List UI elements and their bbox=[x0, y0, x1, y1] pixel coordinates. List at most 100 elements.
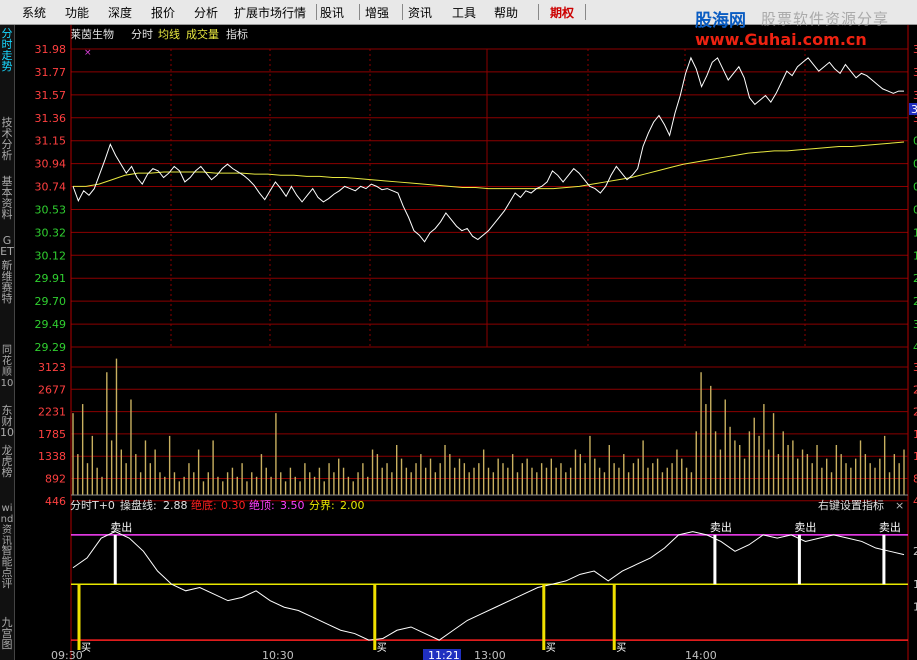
volume-tick-label: 892 bbox=[45, 473, 66, 486]
side-tab-10[interactable]: 九宫图 bbox=[0, 617, 14, 650]
operation-line bbox=[72, 531, 905, 641]
menu-item-4[interactable]: 分析 bbox=[194, 4, 218, 21]
menu-separator bbox=[585, 4, 586, 20]
right-price-marker-label: 3 bbox=[911, 103, 917, 116]
menu-separator bbox=[538, 4, 539, 20]
menu-item-10[interactable]: 帮助 bbox=[494, 4, 518, 21]
right-price-tick: 1 bbox=[913, 226, 917, 239]
buy-signal-label: 买 bbox=[616, 642, 626, 654]
average-price-line bbox=[73, 141, 905, 190]
time-tick-label: 14:00 bbox=[685, 649, 717, 660]
right-indicator-tick: 1 bbox=[913, 601, 917, 614]
sell-signal-label: 卖出 bbox=[110, 520, 132, 534]
side-tab-4[interactable]: 新维赛特 bbox=[0, 260, 14, 304]
vol-label: 成交量 bbox=[186, 27, 219, 41]
side-tab-bar: 分时走势技术分析基本资料 GET 新维赛特同花顺10 东财10 龙虎榜 wind资讯 智能点… bbox=[0, 25, 15, 660]
buy-signal-label: 买 bbox=[377, 642, 387, 654]
right-price-tick: 3 bbox=[913, 318, 917, 331]
right-price-tick: 0 bbox=[913, 203, 917, 216]
menu-separator bbox=[402, 4, 403, 20]
stock-name: 莱茵生物 bbox=[70, 27, 114, 41]
right-indicator-tick: 2 bbox=[913, 545, 917, 558]
indicator-settings-link[interactable]: 右键设置指标 bbox=[818, 498, 884, 512]
indicator-close-icon[interactable]: × bbox=[895, 499, 904, 512]
op-line-value: 2.88 bbox=[163, 499, 188, 512]
sell-signal-label: 卖出 bbox=[879, 520, 901, 534]
menu-item-0[interactable]: 系统 bbox=[22, 4, 46, 21]
price-tick-label: 30.74 bbox=[35, 181, 67, 194]
indicator-name: 分时T+0 bbox=[70, 499, 115, 512]
price-tick-label: 29.49 bbox=[35, 318, 67, 331]
time-tick-label: 13:00 bbox=[474, 649, 506, 660]
buy-signal-label: 买 bbox=[546, 642, 556, 654]
right-volume-tick: 1 bbox=[913, 450, 917, 463]
price-tick-label: 30.32 bbox=[35, 226, 67, 239]
right-price-tick: 3 bbox=[913, 43, 917, 56]
right-price-tick: 1 bbox=[913, 249, 917, 262]
price-tick-label: 30.53 bbox=[35, 203, 67, 216]
menu-item-9[interactable]: 工具 bbox=[452, 4, 476, 21]
menu-item-11[interactable]: 期权 bbox=[550, 4, 574, 21]
volume-tick-label: 2677 bbox=[38, 383, 66, 396]
price-tick-label: 29.29 bbox=[35, 341, 67, 354]
price-tick-label: 30.12 bbox=[35, 249, 67, 262]
mode-label: 分时 bbox=[131, 28, 153, 41]
side-tab-0[interactable]: 分时走势 bbox=[0, 28, 14, 72]
price-tick-label: 29.91 bbox=[35, 272, 67, 285]
price-tick-label: 31.57 bbox=[35, 89, 67, 102]
side-tab-5[interactable]: 同花顺10 bbox=[0, 345, 14, 389]
right-volume-tick: 2 bbox=[913, 383, 917, 396]
intraday-chart[interactable]: 莱茵生物 分时 均线 成交量 指标×31.98 331.77 331.57 331.36 331… bbox=[15, 25, 917, 660]
side-tab-3[interactable]: GET bbox=[0, 235, 14, 257]
menu-item-3[interactable]: 报价 bbox=[151, 4, 175, 21]
right-price-tick: 3 bbox=[913, 66, 917, 79]
menu-item-2[interactable]: 深度 bbox=[108, 4, 132, 21]
price-tick-label: 31.15 bbox=[35, 135, 67, 148]
right-volume-tick: 8 bbox=[913, 473, 917, 486]
right-price-tick: 4 bbox=[913, 341, 917, 354]
right-price-tick: 3 bbox=[913, 89, 917, 102]
side-tab-9[interactable]: 智能点评 bbox=[0, 545, 14, 589]
menu-item-6[interactable]: 股讯 bbox=[320, 4, 344, 21]
volume-tick-label: 3123 bbox=[38, 361, 66, 374]
right-price-tick: 0 bbox=[913, 135, 917, 148]
right-volume-tick: 2 bbox=[913, 406, 917, 419]
menu-item-5[interactable]: 扩展市场行情 bbox=[234, 4, 306, 21]
sell-signal-label: 卖出 bbox=[710, 520, 732, 534]
menu-item-8[interactable]: 资讯 bbox=[408, 4, 432, 21]
menu-item-1[interactable]: 功能 bbox=[65, 4, 89, 21]
right-price-tick: 0 bbox=[913, 181, 917, 194]
side-tab-7[interactable]: 龙虎榜 bbox=[0, 445, 14, 478]
side-tab-1[interactable]: 技术分析 bbox=[0, 117, 14, 161]
right-volume-tick: 1 bbox=[913, 428, 917, 441]
time-tick-label: 11:21 bbox=[428, 649, 460, 660]
menu-item-7[interactable]: 增强 bbox=[365, 4, 389, 21]
volume-tick-label: 1785 bbox=[38, 428, 66, 441]
price-tick-label: 31.77 bbox=[35, 66, 67, 79]
right-price-tick: 2 bbox=[913, 295, 917, 308]
time-tick-label: 10:30 bbox=[262, 649, 294, 660]
op-line-label: 操盘线: bbox=[120, 498, 157, 512]
menu-separator bbox=[359, 4, 360, 20]
bottom-label: 绝底: bbox=[191, 498, 217, 512]
bottom-value: 0.30 bbox=[221, 499, 246, 512]
right-price-tick: 2 bbox=[913, 272, 917, 285]
menu-separator bbox=[316, 4, 317, 20]
volume-tick-label: 1338 bbox=[38, 450, 66, 463]
side-tab-6[interactable]: 东财10 bbox=[0, 405, 14, 438]
price-tick-label: 29.70 bbox=[35, 295, 67, 308]
price-tick-label: 30.94 bbox=[35, 158, 67, 171]
top-label: 绝顶: bbox=[249, 498, 275, 512]
avg-label: 均线 bbox=[158, 27, 180, 41]
price-tick-label: 31.36 bbox=[35, 112, 67, 125]
right-volume-tick: 4 bbox=[913, 495, 917, 508]
price-line bbox=[72, 56, 904, 243]
volume-tick-label: 2231 bbox=[38, 406, 66, 419]
side-tab-8[interactable]: wind资讯 bbox=[0, 503, 14, 547]
indicator-menu-label: 指标 bbox=[226, 27, 248, 41]
side-tab-2[interactable]: 基本资料 bbox=[0, 176, 14, 220]
price-tick-label: 31.98 bbox=[35, 43, 67, 56]
sell-signal-label: 卖出 bbox=[794, 520, 816, 534]
time-tick-label: 09:30 bbox=[51, 649, 83, 660]
boundary-label: 分界: bbox=[309, 499, 335, 512]
